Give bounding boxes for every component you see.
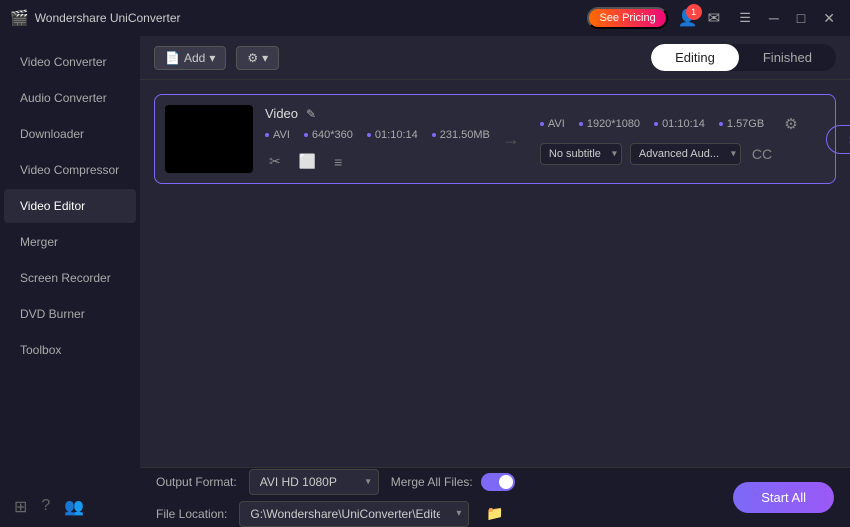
file-location-input[interactable] — [239, 501, 469, 527]
output-format-label: Output Format: — [156, 475, 237, 489]
sidebar-item-screen-recorder[interactable]: Screen Recorder — [4, 261, 136, 295]
top-toolbar: 📄 Add ▾ ⚙ ▾ Editing Finished — [140, 36, 850, 80]
out-resolution: 1920*1080 — [579, 118, 640, 130]
video-card: Video ✎ AVI 640*360 01:10:14 231.50MB ✂ … — [154, 94, 836, 184]
file-location-input-wrap — [239, 501, 469, 527]
save-button[interactable]: Save — [826, 125, 850, 154]
bottom-settings: Output Format: AVI HD 1080P Merge All Fi… — [156, 469, 515, 527]
output-format-row: Output Format: AVI HD 1080P Merge All Fi… — [156, 469, 515, 495]
bottom-bar: Output Format: AVI HD 1080P Merge All Fi… — [140, 467, 850, 527]
subtitle-select-wrap: No subtitle — [540, 143, 622, 165]
dropdown-arrow-icon: ▾ — [209, 51, 215, 65]
output-meta: AVI 1920*1080 01:10:14 1.57GB ⚙ — [540, 113, 804, 135]
gear-icon: ⚙ — [247, 51, 258, 65]
layout-icon[interactable]: ⊞ — [14, 497, 27, 517]
effects-icon[interactable]: ≡ — [330, 152, 346, 172]
tab-editing[interactable]: Editing — [651, 44, 739, 71]
settings-button[interactable]: ⚙ ▾ — [236, 46, 279, 70]
start-all-button[interactable]: Start All — [733, 482, 834, 513]
workspace: Video ✎ AVI 640*360 01:10:14 231.50MB ✂ … — [140, 80, 850, 467]
edit-title-icon[interactable]: ✎ — [306, 107, 316, 121]
users-icon[interactable]: 👥 — [64, 497, 84, 517]
sidebar-item-merger[interactable]: Merger — [4, 225, 136, 259]
output-format-select[interactable]: AVI HD 1080P — [249, 469, 379, 495]
restore-button[interactable]: □ — [792, 8, 810, 28]
file-location-row: File Location: 📁 — [156, 501, 515, 527]
title-bar: 🎬 Wondershare UniConverter See Pricing 👤… — [0, 0, 850, 36]
merge-toggle-row: Merge All Files: — [391, 473, 515, 491]
src-format: AVI — [265, 129, 290, 141]
app-title: Wondershare UniConverter — [35, 11, 588, 25]
file-location-label: File Location: — [156, 507, 227, 521]
conversion-arrow: → — [502, 129, 520, 150]
sidebar-item-video-converter[interactable]: Video Converter — [4, 45, 136, 79]
output-settings-button[interactable]: ⚙ — [778, 113, 803, 135]
sidebar-bottom-icons: ⊞ ? 👥 — [0, 487, 140, 527]
sidebar-item-downloader[interactable]: Downloader — [4, 117, 136, 151]
video-title-row: Video ✎ — [265, 106, 490, 121]
output-dropdowns: No subtitle Advanced Aud... CC — [540, 143, 804, 165]
merge-label: Merge All Files: — [391, 475, 473, 489]
audio-select[interactable]: Advanced Aud... — [630, 143, 741, 165]
audio-select-wrap: Advanced Aud... — [630, 143, 741, 165]
tab-finished[interactable]: Finished — [739, 44, 836, 71]
out-size: 1.57GB — [719, 118, 764, 130]
video-output-info: AVI 1920*1080 01:10:14 1.57GB ⚙ No subti… — [532, 113, 804, 165]
video-source-info: Video ✎ AVI 640*360 01:10:14 231.50MB ✂ … — [265, 106, 490, 172]
window-controls: ☰ ─ □ ✕ — [734, 8, 840, 29]
help-icon[interactable]: ? — [41, 497, 50, 517]
sidebar-item-audio-converter[interactable]: Audio Converter — [4, 81, 136, 115]
sidebar-item-dvd-burner[interactable]: DVD Burner — [4, 297, 136, 331]
src-resolution: 640*360 — [304, 129, 353, 141]
browse-folder-button[interactable]: 📁 — [481, 503, 508, 524]
sidebar-item-video-compressor[interactable]: Video Compressor — [4, 153, 136, 187]
mail-icon[interactable]: ✉ — [708, 9, 721, 27]
video-source-meta: AVI 640*360 01:10:14 231.50MB — [265, 129, 490, 141]
close-button[interactable]: ✕ — [818, 8, 840, 29]
crop-icon[interactable]: ⬜ — [295, 151, 320, 172]
tab-container: Editing Finished — [651, 44, 836, 71]
out-duration: 01:10:14 — [654, 118, 705, 130]
video-title: Video — [265, 106, 298, 121]
menu-icon[interactable]: ☰ — [734, 8, 756, 28]
video-edit-actions: ✂ ⬜ ≡ — [265, 151, 490, 172]
src-size: 231.50MB — [432, 129, 490, 141]
account-badge: 1 — [686, 4, 702, 20]
sidebar-item-toolbox[interactable]: Toolbox — [4, 333, 136, 367]
video-thumbnail — [165, 105, 253, 173]
app-body: Video Converter Audio Converter Download… — [0, 36, 850, 527]
cc-button[interactable]: CC — [749, 143, 775, 165]
app-logo-icon: 🎬 — [10, 9, 29, 27]
minimize-button[interactable]: ─ — [764, 8, 784, 28]
format-select-wrap: AVI HD 1080P — [249, 469, 379, 495]
out-format: AVI — [540, 118, 565, 130]
add-file-button[interactable]: 📄 Add ▾ — [154, 46, 226, 70]
cut-icon[interactable]: ✂ — [265, 151, 285, 172]
toggle-knob — [499, 475, 513, 489]
merge-toggle-switch[interactable] — [481, 473, 515, 491]
src-duration: 01:10:14 — [367, 129, 418, 141]
see-pricing-button[interactable]: See Pricing — [587, 7, 667, 29]
sidebar-item-video-editor[interactable]: Video Editor — [4, 189, 136, 223]
add-file-icon: 📄 — [165, 51, 180, 65]
sidebar: Video Converter Audio Converter Download… — [0, 36, 140, 527]
content-area: 📄 Add ▾ ⚙ ▾ Editing Finished Vid — [140, 36, 850, 527]
subtitle-select[interactable]: No subtitle — [540, 143, 622, 165]
